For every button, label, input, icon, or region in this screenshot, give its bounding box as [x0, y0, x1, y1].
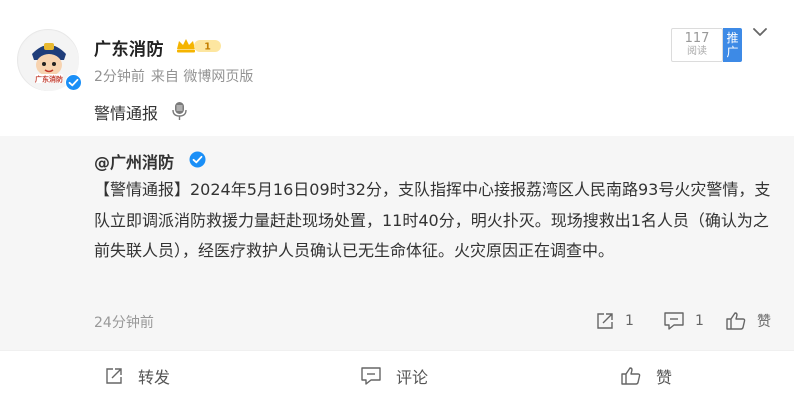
microphone-icon	[172, 102, 187, 120]
author-name[interactable]: 广东消防	[94, 35, 164, 60]
crown-level: 1	[204, 42, 211, 53]
avatar[interactable]: 广东消防	[17, 29, 82, 91]
promote-button[interactable]: 推广	[723, 28, 742, 62]
repost-actions: 1 1 赞	[0, 310, 794, 332]
like-button[interactable]: 赞	[620, 364, 672, 388]
repost-button-label: 转发	[138, 368, 171, 387]
like-button-label: 赞	[656, 368, 673, 387]
repost-text: 【警情通报】2024年5月16日09时32分，支队指挥中心接报荔湾区人民南路93…	[94, 180, 771, 260]
read-label: 阅读	[687, 46, 707, 57]
more-chevron-icon[interactable]	[752, 27, 768, 37]
post-time[interactable]: 2分钟前	[94, 69, 145, 85]
repost-button[interactable]: 转发	[104, 364, 170, 388]
crown-badge-icon[interactable]: 1	[176, 37, 222, 54]
comment-button-label: 评论	[396, 368, 429, 387]
share-icon	[106, 368, 122, 384]
repost-like-action[interactable]: 赞	[725, 310, 771, 332]
repost-author[interactable]: @广州消防	[94, 149, 174, 173]
repost-block[interactable]: @广州消防 【警情通报】2024年5月16日09时32分，支队指挥中心接报荔湾区…	[0, 136, 794, 350]
repost-verified-icon	[189, 151, 206, 168]
repost-comment-count: 1	[695, 313, 704, 329]
post-text: 警情通报	[94, 104, 159, 123]
read-count: 117	[684, 31, 710, 46]
avatar-text: 广东消防	[35, 75, 63, 84]
repost-comment-action[interactable]: 1	[663, 310, 704, 332]
like-icon	[726, 312, 746, 330]
post-source: 来自 微博网页版	[150, 69, 254, 85]
repost-share-count: 1	[625, 313, 634, 329]
comment-button[interactable]: 评论	[360, 364, 428, 388]
like-icon	[621, 367, 641, 385]
comment-icon	[361, 367, 381, 385]
comment-icon	[664, 312, 684, 330]
share-icon	[597, 313, 613, 329]
verified-icon	[65, 74, 82, 91]
repost-share-action[interactable]: 1	[595, 310, 634, 332]
weibo-post-card: 广东消防 广东消防 1 2分钟前 来自 微博网页版 117 阅读 推广 警情通报 …	[0, 0, 794, 400]
post-meta: 2分钟前 来自 微博网页版	[94, 66, 259, 86]
post-footer: 转发 评论 赞	[0, 350, 794, 400]
read-count-box: 117 阅读	[671, 28, 723, 62]
repost-like-label: 赞	[757, 314, 771, 330]
